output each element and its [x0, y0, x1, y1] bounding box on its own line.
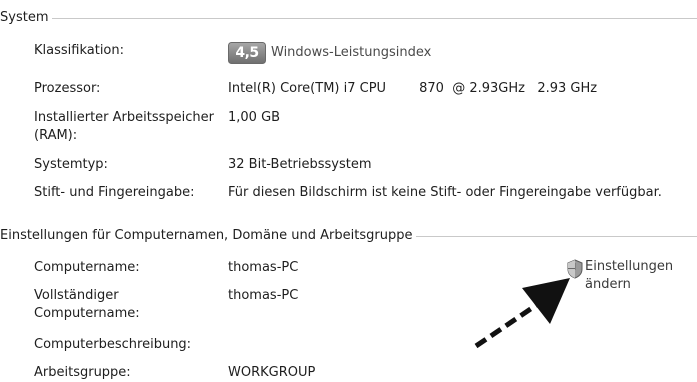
rating-score: 4,5 [235, 45, 259, 61]
computer-description-label: Computerbeschreibung: [34, 337, 192, 352]
system-type-value: 32 Bit-Betriebssystem [228, 157, 372, 172]
change-settings-label: Einstellungen ändern [585, 259, 674, 292]
system-section-header: System [0, 10, 697, 25]
section-divider [52, 18, 697, 19]
processor-label: Prozessor: [34, 81, 101, 96]
computer-section-title: Einstellungen für Computernamen, Domäne … [0, 228, 413, 243]
annotation-arrow-icon [474, 278, 570, 349]
workgroup-value: WORKGROUP [228, 365, 316, 380]
ram-value: 1,00 GB [228, 110, 281, 125]
processor-value: Intel(R) Core(TM) i7 CPU 870 @ 2.93GHz 2… [228, 81, 598, 96]
rating-badge[interactable]: 4,5 [228, 42, 266, 64]
workgroup-label: Arbeitsgruppe: [34, 365, 131, 380]
computer-name-label: Computername: [34, 260, 140, 275]
section-divider [416, 236, 697, 237]
system-section-title: System [0, 10, 49, 25]
system-type-label: Systemtyp: [34, 157, 108, 172]
pen-touch-value: Für diesen Bildschirm ist keine Stift- o… [228, 185, 662, 200]
full-computer-name-value: thomas-PC [228, 288, 299, 303]
pen-touch-label: Stift- und Fingereingabe: [34, 185, 195, 200]
full-computer-name-label: Vollständiger Computername: [34, 288, 140, 321]
computer-section-header: Einstellungen für Computernamen, Domäne … [0, 228, 697, 243]
rating-label: Klassifikation: [34, 43, 124, 58]
computer-name-value: thomas-PC [228, 260, 299, 275]
windows-experience-index-link[interactable]: Windows-Leistungsindex [271, 44, 431, 62]
ram-label: Installierter Arbeitsspeicher (RAM): [34, 110, 214, 143]
